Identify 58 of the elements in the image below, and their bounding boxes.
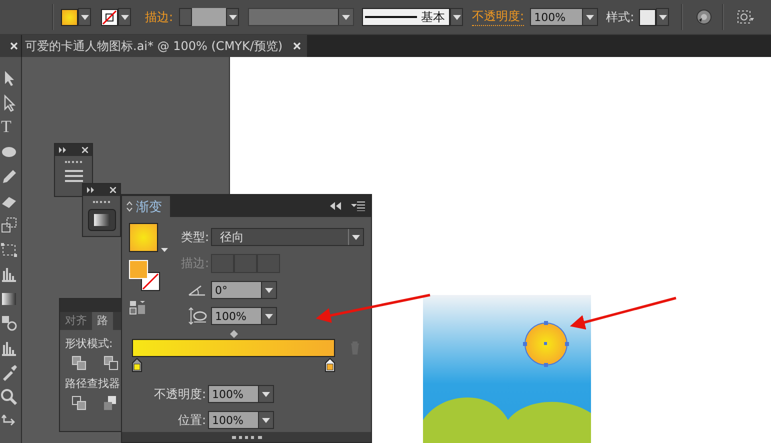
graph-tool-icon[interactable]	[0, 265, 18, 283]
opacity-dropdown[interactable]: 100%	[208, 385, 274, 403]
stroke-profile-dropdown[interactable]: 基本	[362, 8, 450, 26]
collapse-icon[interactable]	[330, 202, 341, 210]
gradient-swatch[interactable]	[129, 223, 158, 252]
angle-dropdown[interactable]: 0°	[211, 281, 277, 299]
panel-resize-grip[interactable]	[122, 432, 371, 442]
location-label: 位置:	[176, 412, 206, 428]
opacity-dropdown[interactable]: 100%	[530, 8, 598, 26]
close-icon[interactable]	[82, 147, 88, 153]
angle-icon	[187, 283, 207, 297]
opacity-label[interactable]: 不透明度:	[472, 8, 524, 26]
gradient-panel-icon[interactable]	[88, 209, 116, 231]
reverse-gradient-icon[interactable]	[129, 300, 146, 315]
gradient-stop[interactable]	[325, 358, 335, 372]
gradient-slider[interactable]	[132, 339, 335, 357]
type-label: 类型:	[180, 228, 209, 246]
gradient-panel-tab[interactable]: 渐变	[122, 196, 170, 217]
fill-stroke-swatch[interactable]	[129, 260, 161, 292]
expand-icon[interactable]	[87, 187, 95, 193]
opacity-label: 不透明度:	[152, 386, 206, 402]
style-label: 样式:	[606, 8, 634, 26]
caret-icon[interactable]	[161, 248, 168, 252]
unite-icon[interactable]	[72, 356, 86, 370]
document-tab[interactable]: 可爱的卡通人物图标.ai* @ 100% (CMYK/预览)	[22, 35, 307, 57]
close-icon[interactable]	[10, 42, 18, 50]
minus-front-icon[interactable]	[104, 356, 118, 370]
stroke-weight-spinner[interactable]	[179, 8, 192, 26]
close-icon[interactable]	[110, 187, 116, 193]
zoom-tool-icon[interactable]	[0, 388, 18, 406]
panel-tab[interactable]: 路	[92, 312, 113, 330]
fill-swatch[interactable]	[61, 8, 78, 26]
divide-icon[interactable]	[72, 396, 86, 410]
aspect-ratio-icon	[187, 307, 207, 325]
location-dropdown[interactable]: 100%	[208, 411, 274, 429]
collapsed-tab[interactable]	[0, 35, 22, 57]
blend-tool-icon[interactable]	[0, 314, 18, 332]
expand-icon[interactable]	[59, 147, 67, 153]
stroke-none-swatch[interactable]	[101, 8, 118, 26]
close-icon[interactable]	[293, 42, 301, 50]
pathfinders-label: 路径查找器	[64, 376, 121, 391]
shape-modes-label: 形状模式:	[64, 336, 114, 351]
stroke-weight-field[interactable]	[192, 8, 226, 26]
scale-tool-icon[interactable]	[0, 216, 18, 234]
type-tool[interactable]: T	[0, 118, 19, 136]
panel-menu-icon[interactable]	[351, 201, 365, 211]
recolor-wheel-icon[interactable]	[696, 9, 712, 25]
style-swatch[interactable]	[639, 8, 656, 26]
align-to-selection-icon[interactable]	[736, 9, 754, 25]
trim-icon[interactable]	[104, 396, 118, 410]
pencil-tool-icon[interactable]	[0, 167, 18, 185]
stroke-panel-icon[interactable]	[64, 169, 84, 183]
gradient-stop[interactable]	[132, 358, 142, 372]
aspect-ratio-dropdown[interactable]: 100%	[211, 307, 277, 325]
free-transform-tool-icon[interactable]	[0, 240, 18, 258]
updown-icon	[126, 201, 133, 212]
gradient-type-dropdown[interactable]: 径向	[211, 228, 364, 246]
stroke-label: 描边:	[145, 8, 174, 26]
